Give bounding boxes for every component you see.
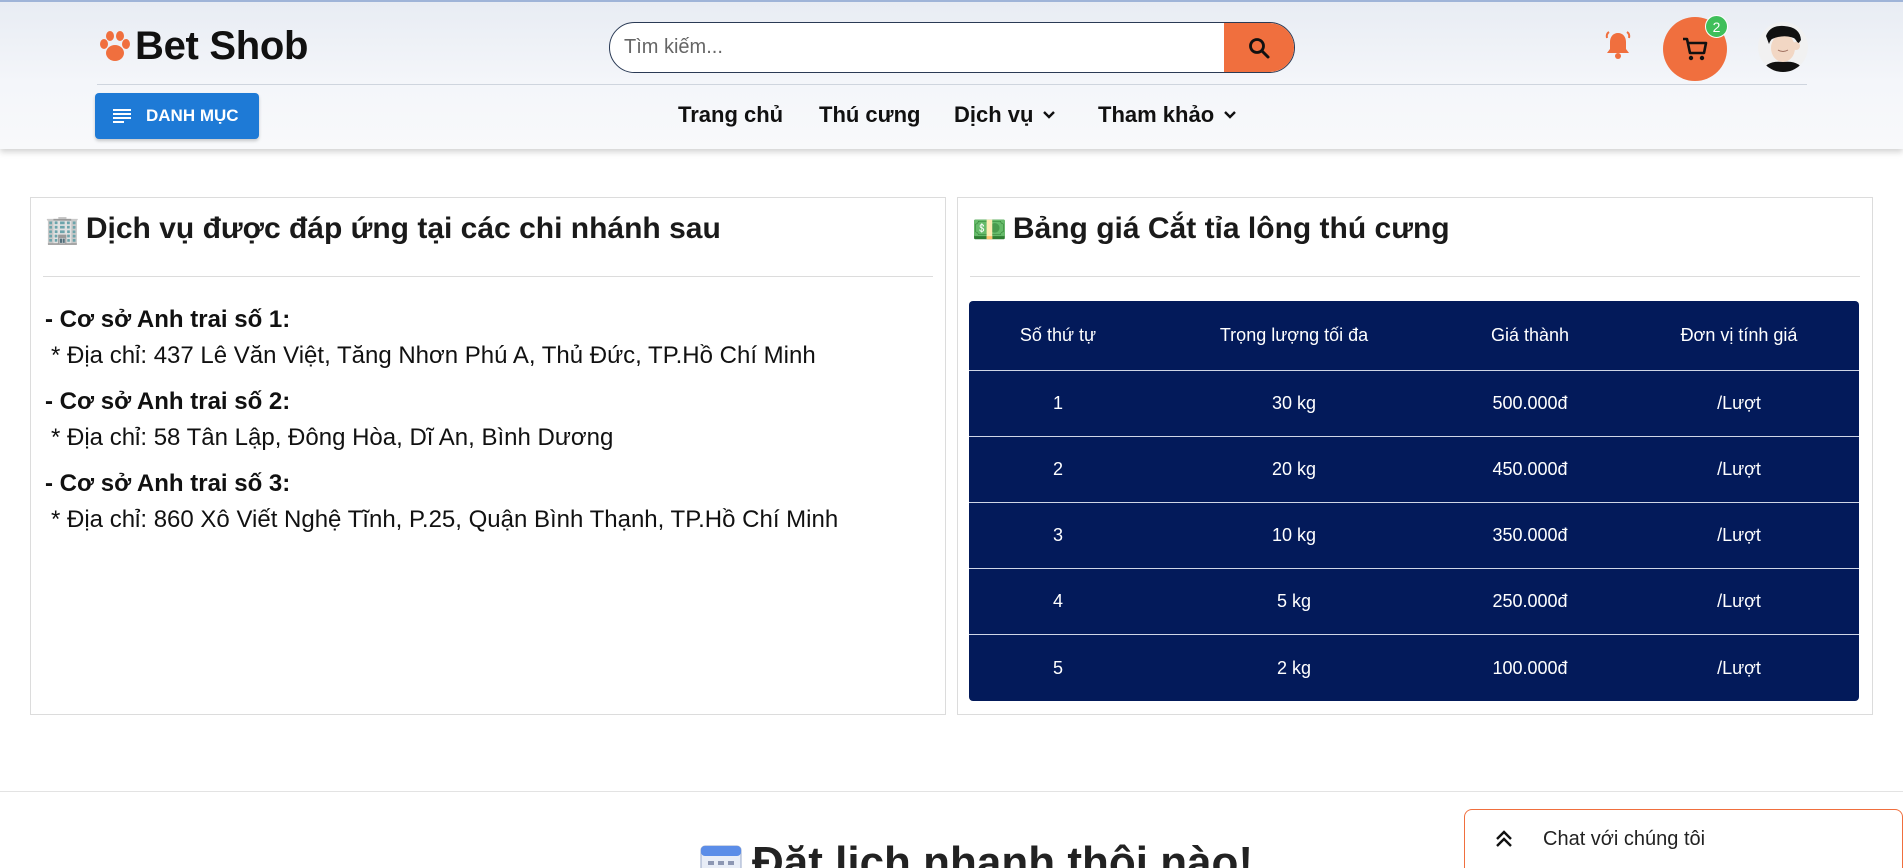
search-icon xyxy=(1249,37,1270,58)
calendar-icon xyxy=(700,845,742,868)
table-cell: 30 kg xyxy=(1271,393,1317,413)
chat-widget[interactable]: Chat với chúng tôi xyxy=(1464,809,1903,868)
table-cell: /Lượt xyxy=(1717,525,1761,545)
branch-item: - Cơ sở Anh trai số 3: * Địa chỉ: 860 Xô… xyxy=(45,470,838,534)
table-cell: 10 kg xyxy=(1271,525,1317,545)
price-title: 💵 Bảng giá Cắt tỉa lông thú cưng xyxy=(972,212,1450,246)
table-cell: 5 kg xyxy=(1276,591,1312,611)
table-cell: 2 kg xyxy=(1276,657,1312,678)
column-header: Số thứ tự xyxy=(1019,325,1097,345)
table-cell: /Lượt xyxy=(1717,591,1761,611)
nav-reference-label: Tham khảo xyxy=(1098,102,1215,127)
table-cell: 20 kg xyxy=(1271,459,1317,479)
table-row: 3 10 kg 350.000đ /Lượt xyxy=(969,503,1859,569)
chevron-down-icon xyxy=(1043,111,1056,119)
branch-item: - Cơ sở Anh trai số 1: * Địa chỉ: 437 Lê… xyxy=(45,306,816,370)
nav-services-label: Dịch vụ xyxy=(954,102,1034,127)
nav-home[interactable]: Trang chủ xyxy=(678,102,783,128)
money-icon: 💵 xyxy=(972,213,1007,245)
table-row: 1 30 kg 500.000đ /Lượt xyxy=(969,371,1859,437)
column-header: Giá thành xyxy=(1490,325,1570,345)
nav-pets-label: Thú cưng xyxy=(819,102,921,127)
brand-name: Bet Shob xyxy=(135,24,309,68)
branch-address: * Địa chỉ: 437 Lê Văn Việt, Tăng Nhơn Ph… xyxy=(51,342,816,369)
chat-label: Chat với chúng tôi xyxy=(1543,827,1706,850)
branch-name: - Cơ sở Anh trai số 2: xyxy=(45,388,291,415)
table-cell: /Lượt xyxy=(1717,459,1761,479)
chevron-down-icon xyxy=(1224,111,1236,119)
branches-panel: 🏢 Dịch vụ được đáp ứng tại các chi nhánh… xyxy=(30,197,946,715)
table-cell: 450.000đ xyxy=(1492,459,1568,479)
user-avatar-image xyxy=(1758,22,1808,72)
nav-pets[interactable]: Thú cưng xyxy=(819,102,920,128)
booking-title: Đặt lịch nhanh thôi nào! xyxy=(752,838,1254,868)
double-chevron-up-icon xyxy=(1496,830,1512,847)
branches-title-text: Dịch vụ được đáp ứng tại các chi nhánh s… xyxy=(85,212,721,245)
nav-home-label: Trang chủ xyxy=(678,102,784,127)
cart-count-badge: 2 xyxy=(1705,15,1728,38)
brand-logo[interactable]: Bet Shob xyxy=(97,24,308,69)
section-divider xyxy=(0,791,1903,792)
branch-name: - Cơ sở Anh trai số 3: xyxy=(45,470,291,497)
table-cell: 500.000đ xyxy=(1492,393,1568,413)
table-cell: 2 xyxy=(1052,459,1063,479)
column-header: Đơn vị tính giá xyxy=(1680,325,1798,345)
menu-icon xyxy=(113,109,131,123)
table-cell: 100.000đ xyxy=(1492,657,1568,678)
search-input[interactable] xyxy=(610,23,1224,72)
booking-heading: Đặt lịch nhanh thôi nào! xyxy=(700,838,1253,868)
branch-address: * Địa chỉ: 860 Xô Viết Nghệ Tĩnh, P.25, … xyxy=(51,506,839,533)
table-row: 5 2 kg 100.000đ /Lượt xyxy=(969,635,1859,701)
table-cell: 4 xyxy=(1052,591,1063,611)
bell-icon[interactable] xyxy=(1604,30,1632,60)
price-panel: 💵 Bảng giá Cắt tỉa lông thú cưng Số thứ … xyxy=(957,197,1873,715)
branch-item: - Cơ sở Anh trai số 2: * Địa chỉ: 58 Tân… xyxy=(45,388,613,452)
site-header: Bet Shob 2 xyxy=(0,0,1903,149)
table-cell: 5 xyxy=(1052,657,1063,678)
divider xyxy=(970,276,1860,277)
column-header: Trọng lượng tối đa xyxy=(1219,325,1369,345)
branch-name: - Cơ sở Anh trai số 1: xyxy=(45,306,291,333)
divider xyxy=(43,276,933,277)
table-cell: /Lượt xyxy=(1717,393,1761,413)
header-divider xyxy=(97,84,1807,85)
branch-address: * Địa chỉ: 58 Tân Lập, Đông Hòa, Dĩ An, … xyxy=(51,424,614,451)
price-table: Số thứ tự Trọng lượng tối đa Giá thành Đ… xyxy=(969,301,1859,701)
nav-reference[interactable]: Tham khảo xyxy=(1098,102,1237,128)
cart-icon xyxy=(1683,37,1708,61)
table-row: 2 20 kg 450.000đ /Lượt xyxy=(969,437,1859,503)
avatar[interactable] xyxy=(1758,22,1808,72)
table-row: 4 5 kg 250.000đ /Lượt xyxy=(969,569,1859,635)
office-building-icon: 🏢 xyxy=(45,213,80,245)
table-cell: 250.000đ xyxy=(1492,591,1568,611)
category-menu-label: DANH MỤC xyxy=(146,106,239,125)
branches-title: 🏢 Dịch vụ được đáp ứng tại các chi nhánh… xyxy=(45,212,721,246)
table-cell: 1 xyxy=(1052,393,1063,413)
table-header-row: Số thứ tự Trọng lượng tối đa Giá thành Đ… xyxy=(969,301,1859,371)
search-bar xyxy=(609,22,1295,73)
nav-services[interactable]: Dịch vụ xyxy=(954,102,1056,128)
table-cell: 350.000đ xyxy=(1492,525,1568,545)
table-cell: /Lượt xyxy=(1717,657,1761,678)
category-menu-button[interactable]: DANH MỤC xyxy=(95,93,259,139)
table-cell: 3 xyxy=(1052,525,1063,545)
paw-icon xyxy=(100,30,130,61)
search-button[interactable] xyxy=(1224,23,1294,72)
price-title-text: Bảng giá Cắt tỉa lông thú cưng xyxy=(1012,212,1450,245)
